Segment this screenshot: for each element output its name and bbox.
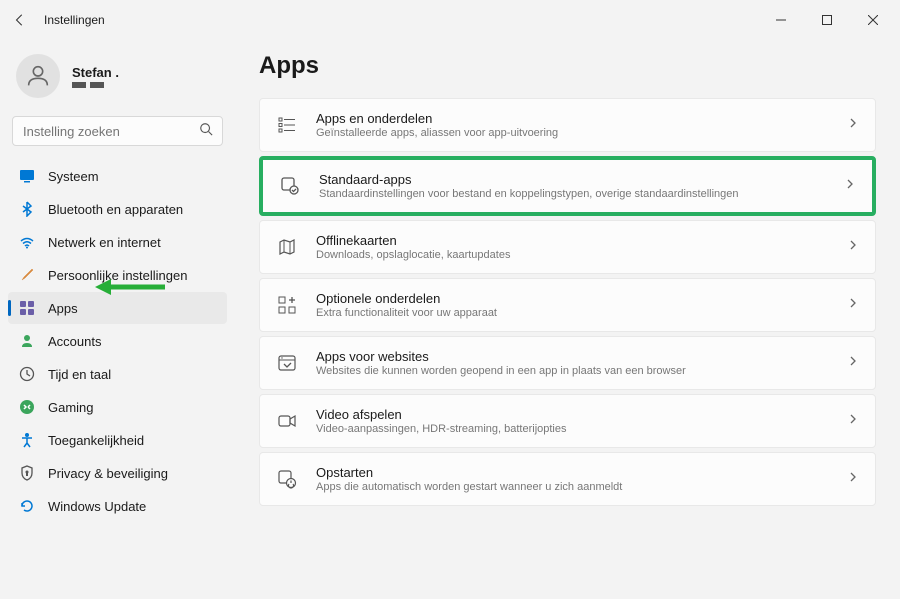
search-icon [199,122,213,141]
update-icon [18,497,36,515]
list-icon [276,114,298,136]
sidebar-item-gaming[interactable]: Gaming [8,391,227,423]
sidebar-item-update[interactable]: Windows Update [8,490,227,522]
card-desc: Geïnstalleerde apps, aliassen voor app-u… [316,127,829,139]
browser-icon [276,352,298,374]
nav-label: Gaming [48,400,94,415]
card-title: Opstarten [316,465,829,480]
startup-icon [276,468,298,490]
card-video[interactable]: Video afspelen Video-aanpassingen, HDR-s… [259,394,876,448]
default-apps-icon [279,175,301,197]
card-apps-onderdelen[interactable]: Apps en onderdelen Geïnstalleerde apps, … [259,98,876,152]
minimize-button[interactable] [758,4,804,36]
brush-icon [18,266,36,284]
sidebar-item-apps[interactable]: Apps [8,292,227,324]
profile-section[interactable]: Stefan . [8,48,227,112]
card-title: Offlinekaarten [316,233,829,248]
sidebar-item-tijd[interactable]: Tijd en taal [8,358,227,390]
map-icon [276,236,298,258]
chevron-right-icon [847,296,859,314]
nav-label: Netwerk en internet [48,235,161,250]
chevron-right-icon [847,470,859,488]
nav-label: Privacy & beveiliging [48,466,168,481]
profile-status [72,82,119,88]
nav-label: Windows Update [48,499,146,514]
account-icon [18,332,36,350]
card-standaard-apps[interactable]: Standaard-apps Standaardinstellingen voo… [259,156,876,216]
card-opstarten[interactable]: Opstarten Apps die automatisch worden ge… [259,452,876,506]
nav-label: Apps [48,301,78,316]
close-button[interactable] [850,4,896,36]
accessibility-icon [18,431,36,449]
sidebar-item-bluetooth[interactable]: Bluetooth en apparaten [8,193,227,225]
sidebar-item-systeem[interactable]: Systeem [8,160,227,192]
apps-icon [18,299,36,317]
page-title: Apps [259,52,876,80]
titlebar: Instellingen [0,0,900,40]
wifi-icon [18,233,36,251]
person-icon [24,62,52,90]
profile-name: Stefan . [72,65,119,80]
card-list: Apps en onderdelen Geïnstalleerde apps, … [259,98,876,506]
back-arrow-icon [13,13,27,27]
grid-plus-icon [276,294,298,316]
maximize-button[interactable] [804,4,850,36]
display-icon [18,167,36,185]
back-button[interactable] [4,4,36,36]
card-desc: Downloads, opslaglocatie, kaartupdates [316,249,829,261]
nav-label: Systeem [48,169,99,184]
shield-icon [18,464,36,482]
card-optionele[interactable]: Optionele onderdelen Extra functionalite… [259,278,876,332]
sidebar-item-netwerk[interactable]: Netwerk en internet [8,226,227,258]
card-websites[interactable]: Apps voor websites Websites die kunnen w… [259,336,876,390]
nav-label: Bluetooth en apparaten [48,202,183,217]
close-icon [868,15,878,25]
sidebar-item-accounts[interactable]: Accounts [8,325,227,357]
card-desc: Video-aanpassingen, HDR-streaming, batte… [316,423,829,435]
card-desc: Extra functionaliteit voor uw apparaat [316,307,829,319]
sidebar: Stefan . Systeem Bluetooth en apparaten [0,40,235,599]
card-desc: Standaardinstellingen voor bestand en ko… [319,188,826,200]
card-title: Standaard-apps [319,172,826,187]
bluetooth-icon [18,200,36,218]
nav-label: Accounts [48,334,101,349]
sidebar-item-privacy[interactable]: Privacy & beveiliging [8,457,227,489]
gaming-icon [18,398,36,416]
window-controls [758,4,896,36]
sidebar-item-toegankelijkheid[interactable]: Toegankelijkheid [8,424,227,456]
card-title: Optionele onderdelen [316,291,829,306]
sidebar-item-persoonlijke[interactable]: Persoonlijke instellingen [8,259,227,291]
nav-list: Systeem Bluetooth en apparaten Netwerk e… [8,160,227,522]
minimize-icon [776,15,786,25]
chevron-right-icon [847,238,859,256]
card-title: Video afspelen [316,407,829,422]
search-box[interactable] [12,116,223,146]
nav-label: Tijd en taal [48,367,111,382]
card-desc: Websites die kunnen worden geopend in ee… [316,365,829,377]
chevron-right-icon [847,412,859,430]
video-icon [276,410,298,432]
content-area: Apps Apps en onderdelen Geïnstalleerde a… [235,40,900,599]
window-title: Instellingen [44,13,105,27]
avatar [16,54,60,98]
nav-label: Persoonlijke instellingen [48,268,187,283]
nav-label: Toegankelijkheid [48,433,144,448]
profile-info: Stefan . [72,65,119,88]
chevron-right-icon [847,116,859,134]
card-title: Apps voor websites [316,349,829,364]
clock-icon [18,365,36,383]
chevron-right-icon [847,354,859,372]
card-title: Apps en onderdelen [316,111,829,126]
chevron-right-icon [844,177,856,195]
search-input[interactable] [23,124,199,139]
card-offlinekaarten[interactable]: Offlinekaarten Downloads, opslaglocatie,… [259,220,876,274]
maximize-icon [822,15,832,25]
card-desc: Apps die automatisch worden gestart wann… [316,481,829,493]
